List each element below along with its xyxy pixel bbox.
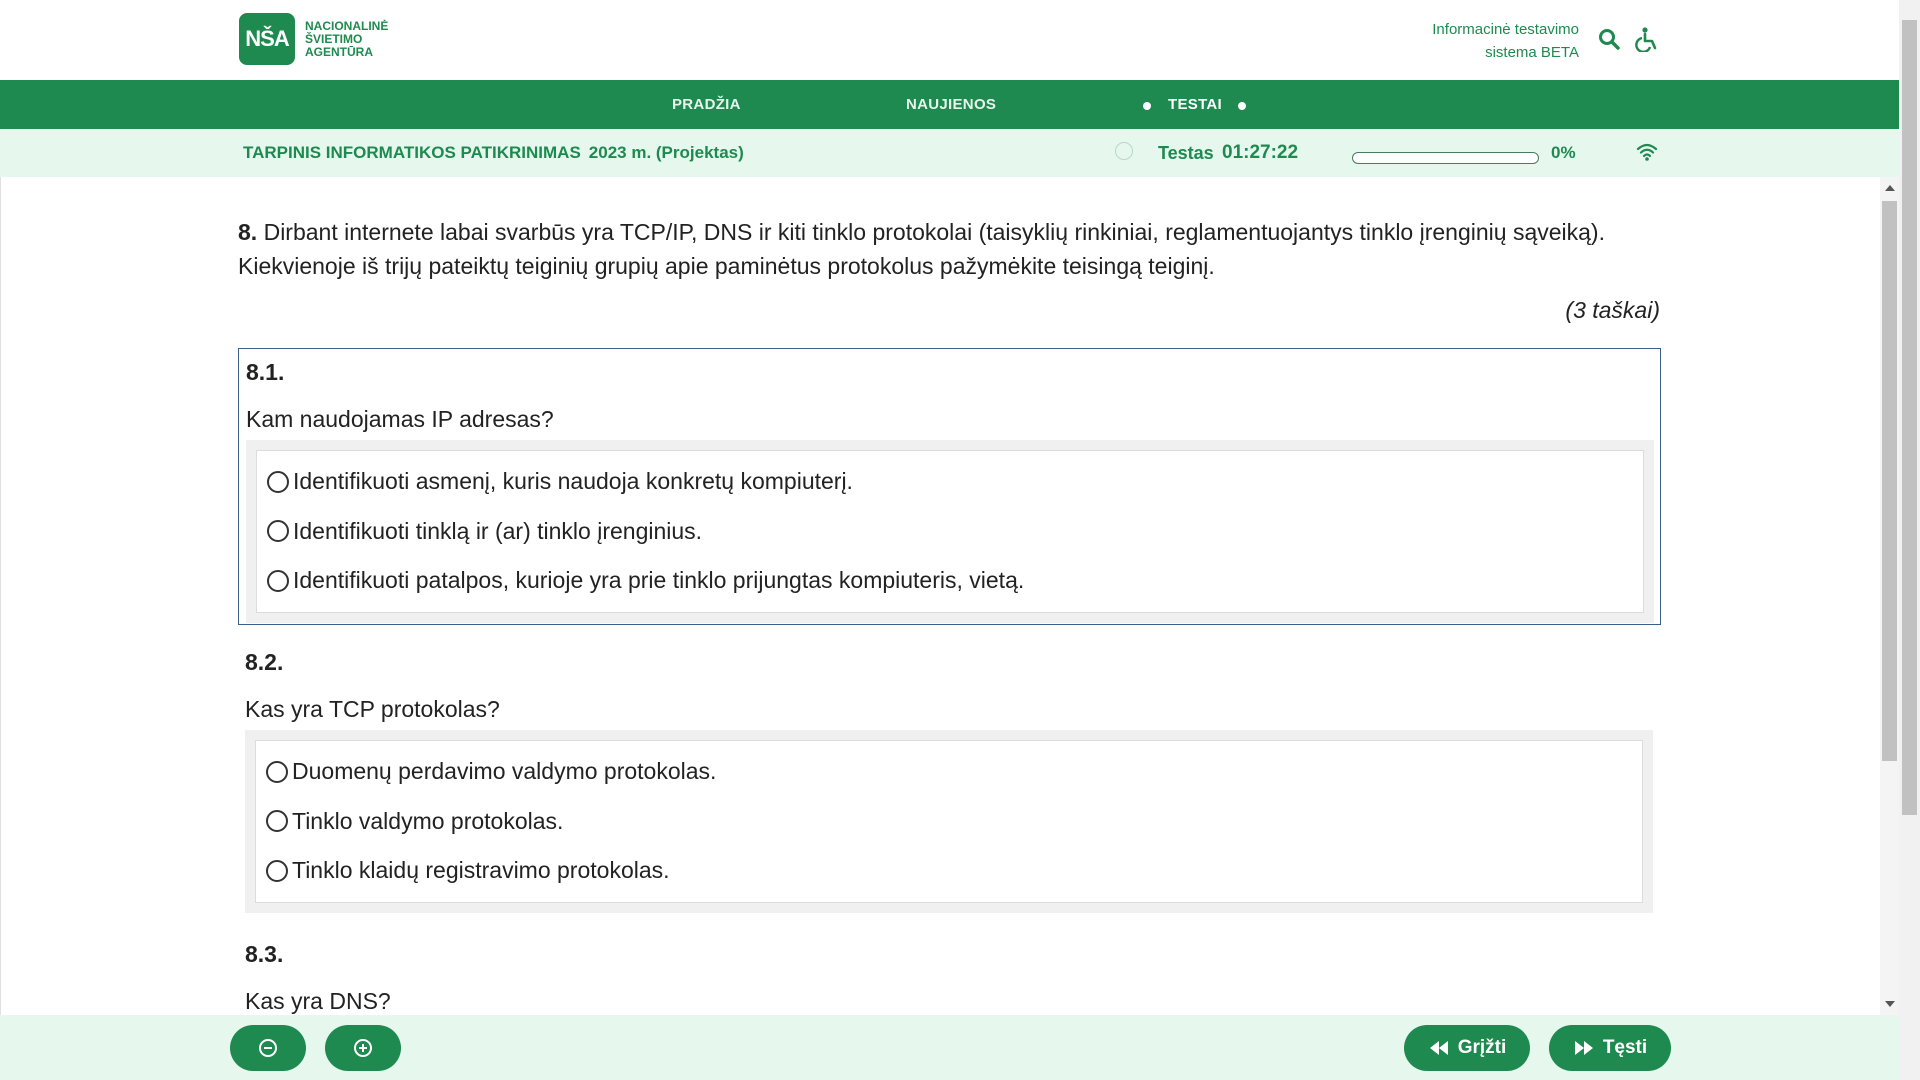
progress-text: 0% [1551,143,1576,162]
wifi-icon [1636,142,1658,167]
search-icon[interactable] [1594,24,1624,54]
clock-icon [1115,142,1133,160]
subquestion-number: 8.1. [246,359,285,385]
logo-line-1: NACIONALINĖ [305,18,389,33]
timer: 01:27:22 [1222,142,1299,163]
nav-item-naujienos[interactable]: NAUJIENOS [906,80,996,129]
exam-year: 2023 m. (Projektas) [588,143,744,162]
active-dot-left [1143,102,1151,110]
zoom-in-icon [354,1039,372,1057]
subquestion-number: 8.3. [245,941,284,967]
options-group: Identifikuoti asmenį, kuris naudoja konk… [246,440,1654,623]
answer-option[interactable]: Identifikuoti tinklą ir (ar) tinklo įren… [267,507,1633,557]
zoom-out-button[interactable] [230,1025,306,1071]
answer-option[interactable]: Duomenų perdavimo valdymo protokolas. [266,747,1632,797]
back-label: Grįžti [1457,1037,1507,1058]
radio-button[interactable] [267,470,289,493]
logo-line-2: ŠVIETIMO [305,31,363,46]
accessibility-icon[interactable] [1632,24,1662,54]
page-scrollbar[interactable] [1899,0,1920,1080]
question-body: Dirbant internete labai svarbūs yra TCP/… [238,219,1605,279]
nav-item-testai[interactable]: TESTAI [1168,80,1222,129]
subquestion-8-2: 8.2. Kas yra TCP protokolas? Duomenų per… [238,639,1661,919]
back-button[interactable]: Grįžti [1404,1025,1530,1071]
subquestion-text: Kas yra DNS? [245,988,391,1014]
subquestion-8-3: 8.3. Kas yra DNS? [238,931,1661,1015]
next-label: Tęsti [1602,1037,1648,1058]
top-header: NŠA NACIONALINĖ ŠVIETIMO AGENTŪRA Inform… [0,0,1899,80]
nsa-logo[interactable]: NŠA NACIONALINĖ ŠVIETIMO AGENTŪRA [239,13,388,65]
main-nav: PRADŽIA NAUJIENOS TESTAI [0,80,1899,129]
logo-mark: NŠA [239,13,295,65]
test-label: Testas [1158,143,1214,163]
radio-button[interactable] [267,520,289,543]
rewind-icon [1429,1041,1448,1055]
option-label: Identifikuoti asmenį, kuris naudoja konk… [293,468,853,495]
answer-option[interactable]: Identifikuoti asmenį, kuris naudoja konk… [267,457,1633,507]
scroll-up-arrow-icon[interactable] [1885,185,1895,191]
option-label: Duomenų perdavimo valdymo protokolas. [292,758,717,785]
subquestion-8-1: 8.1. Kam naudojamas IP adresas? Identifi… [238,348,1661,625]
options-list: Duomenų perdavimo valdymo protokolas. Ti… [255,740,1643,903]
answer-option[interactable]: Identifikuoti patalpos, kurioje yra prie… [267,556,1633,606]
active-dot-right [1238,102,1246,110]
zoom-in-button[interactable] [325,1025,401,1071]
next-button[interactable]: Tęsti [1549,1025,1671,1071]
radio-button[interactable] [266,760,288,783]
option-label: Tinklo valdymo protokolas. [292,807,564,834]
zoom-out-icon [259,1039,277,1057]
question-text: 8. Dirbant internete labai svarbūs yra T… [238,215,1658,283]
question-points: (3 taškai) [1565,297,1660,323]
fast-forward-icon [1574,1041,1593,1055]
subquestion-text: Kas yra TCP protokolas? [245,696,500,722]
question-number: 8. [238,219,258,245]
nav-item-pradzia[interactable]: PRADŽIA [672,80,741,129]
system-title-line-2: sistema BETA [1485,44,1579,61]
exam-title: TARPINIS INFORMATIKOS PATIKRINIMAS 2023 m… [243,129,744,177]
page-scroll-thumb[interactable] [1902,20,1917,815]
options-list: Identifikuoti asmenį, kuris naudoja konk… [256,450,1644,613]
footer-bar: Grįžti Tęsti [0,1015,1899,1080]
system-title: Informacinė testavimo sistema BETA [1432,18,1579,64]
exam-status-bar: TARPINIS INFORMATIKOS PATIKRINIMAS 2023 m… [0,129,1899,177]
system-title-line-1: Informacinė testavimo [1432,21,1579,38]
logo-line-3: AGENTŪRA [305,44,373,59]
scroll-down-arrow-icon[interactable] [1885,1001,1895,1007]
option-label: Identifikuoti patalpos, kurioje yra prie… [293,567,1025,594]
radio-button[interactable] [266,810,288,833]
subquestion-text: Kam naudojamas IP adresas? [246,406,554,432]
option-label: Tinklo klaidų registravimo protokolas. [292,857,670,884]
radio-button[interactable] [266,859,288,882]
answer-option[interactable]: Tinklo valdymo protokolas. [266,797,1632,847]
question-content: 8. Dirbant internete labai svarbūs yra T… [0,177,1880,1015]
radio-button[interactable] [267,569,289,592]
exam-title-text: TARPINIS INFORMATIKOS PATIKRINIMAS [243,143,581,162]
answer-option[interactable]: Tinklo klaidų registravimo protokolas. [266,846,1632,896]
subquestion-number: 8.2. [245,649,284,675]
logo-text: NACIONALINĖ ŠVIETIMO AGENTŪRA [305,18,389,59]
progress-bar [1352,152,1539,164]
options-group: Duomenų perdavimo valdymo protokolas. Ti… [245,730,1653,913]
option-label: Identifikuoti tinklą ir (ar) tinklo įren… [293,517,703,544]
content-scrollbar[interactable] [1880,177,1899,1015]
scroll-thumb[interactable] [1882,201,1897,761]
